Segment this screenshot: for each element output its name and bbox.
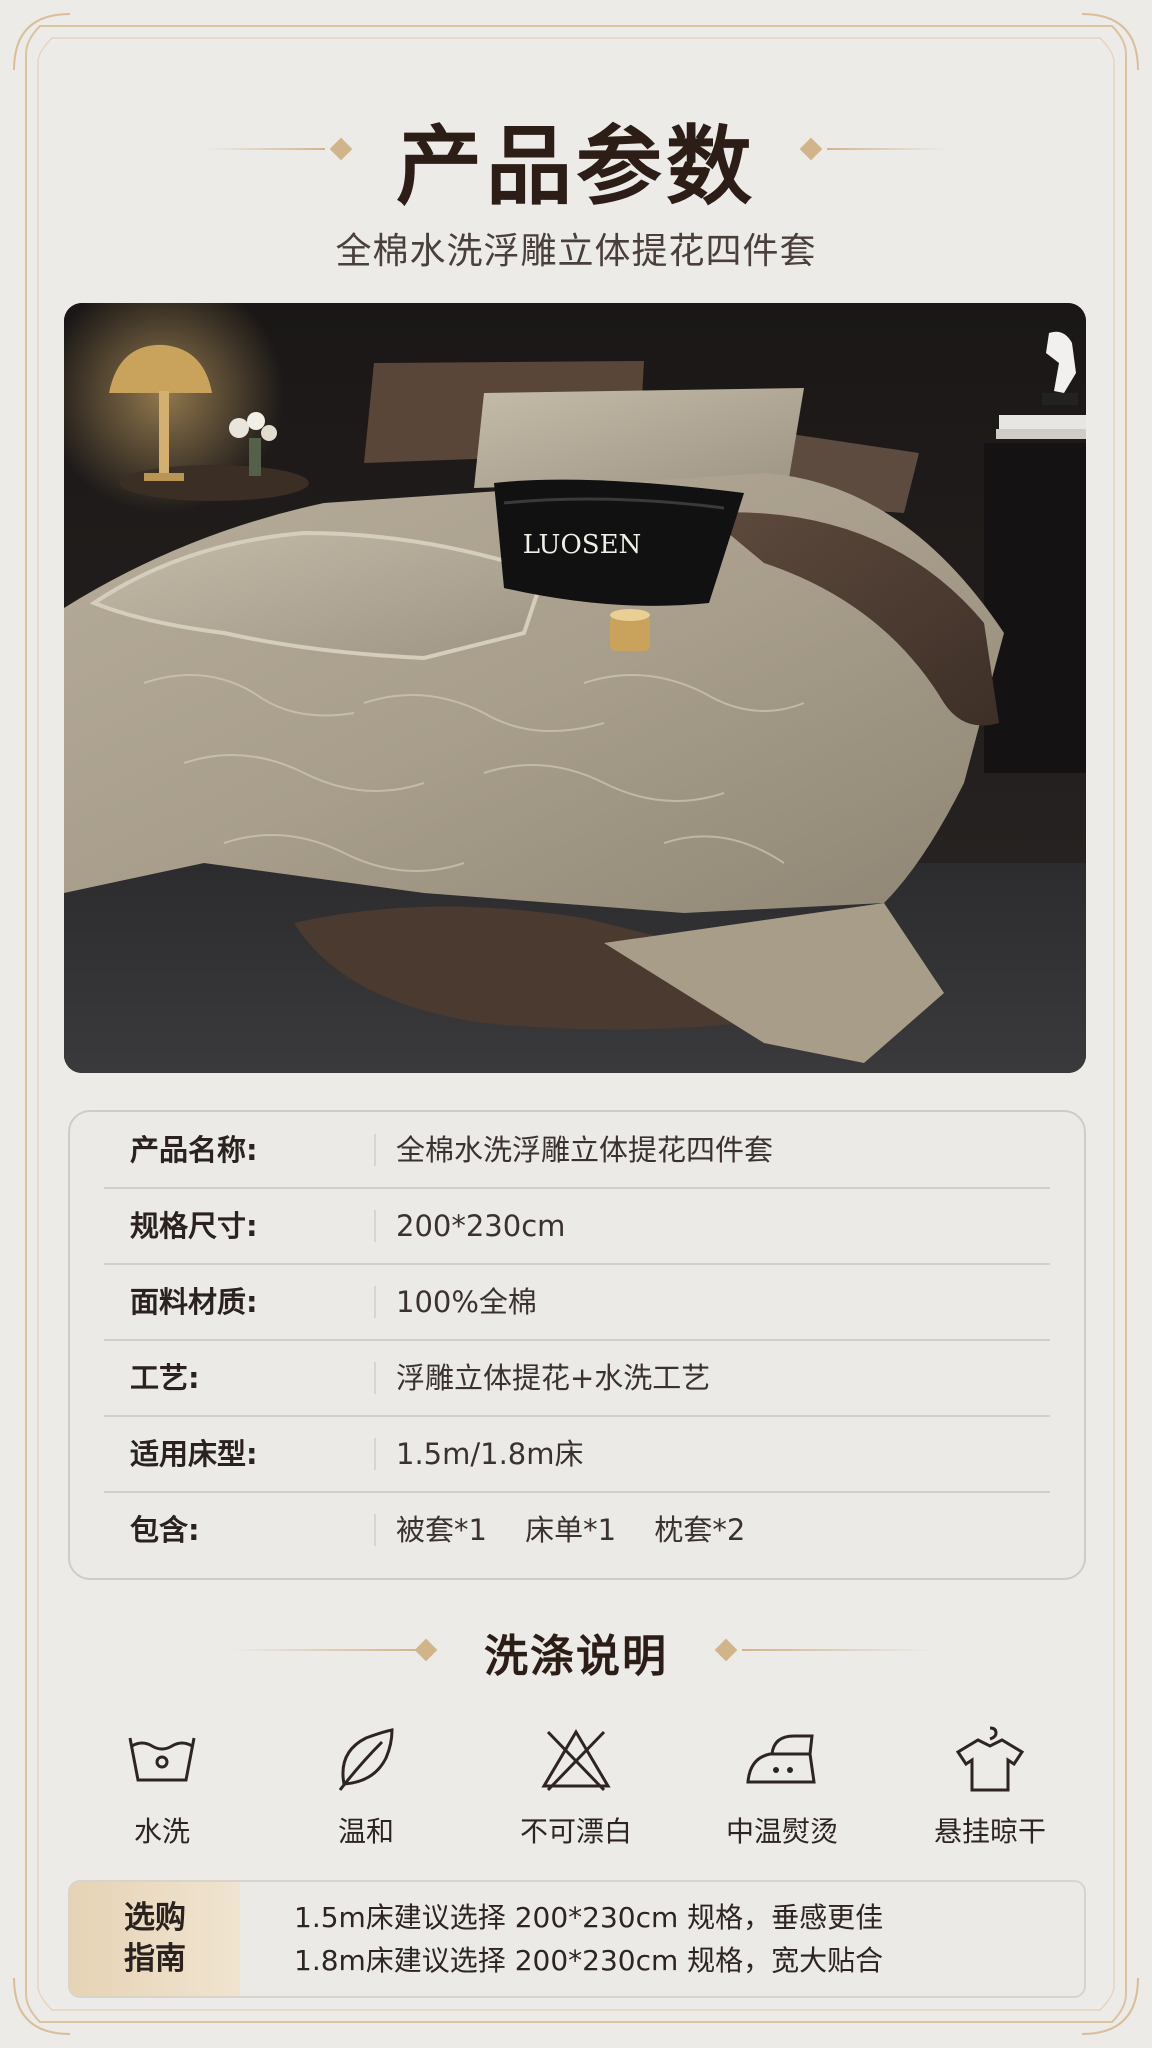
care-item-iron: 中温熨烫 — [702, 1724, 862, 1854]
care-label: 水洗 — [133, 1815, 190, 1848]
param-value: 1.5m/1.8m床 — [396, 1437, 584, 1471]
row-divider — [374, 1210, 376, 1242]
hanging-shirt-icon — [955, 1726, 1025, 1792]
brand-pillow-text: LUOSEN — [523, 530, 642, 560]
param-row-craft: 工艺: 浮雕立体提花+水洗工艺 — [104, 1340, 1050, 1417]
param-value: 全棉水洗浮雕立体提花四件套 — [396, 1133, 774, 1167]
guide-header: 选购 指南 — [70, 1882, 240, 1996]
param-value: 100%全棉 — [396, 1285, 537, 1319]
guide-title-line: 选购 — [124, 1900, 186, 1936]
param-label: 规格尺寸: — [130, 1209, 258, 1243]
page-title: 产品参数 — [396, 116, 756, 217]
param-row-material: 面料材质: 100%全棉 — [104, 1264, 1050, 1341]
guide-line: 1.5m床建议选择 200*230cm 规格，垂感更佳 — [294, 1901, 884, 1934]
param-value: 浮雕立体提花+水洗工艺 — [396, 1361, 711, 1395]
row-divider — [374, 1438, 376, 1470]
param-label: 适用床型: — [130, 1437, 258, 1471]
page-subtitle: 全棉水洗浮雕立体提花四件套 — [335, 231, 817, 272]
param-label: 工艺: — [130, 1361, 200, 1395]
care-section-title: 洗涤说明 — [484, 1631, 668, 1682]
param-label: 产品名称: — [130, 1133, 258, 1167]
wash-basin-icon — [128, 1737, 196, 1782]
param-label: 包含: — [130, 1513, 200, 1547]
care-item-wash: 水洗 — [82, 1724, 242, 1854]
care-label: 中温熨烫 — [725, 1815, 838, 1848]
no-bleach-icon — [541, 1729, 611, 1792]
param-row-includes: 包含: 被套*1 床单*1 枕套*2 — [104, 1492, 1050, 1568]
row-divider — [374, 1362, 376, 1394]
guide-lines: 1.5m床建议选择 200*230cm 规格，垂感更佳 1.8m床建议选择 20… — [294, 1896, 883, 1982]
guide-line: 1.8m床建议选择 200*230cm 规格，宽大贴合 — [294, 1944, 884, 1977]
care-label: 不可漂白 — [519, 1815, 632, 1848]
care-item-gentle: 温和 — [286, 1724, 446, 1854]
guide-title: 选购 指南 — [70, 1898, 240, 1980]
param-row-size: 规格尺寸: 200*230cm — [104, 1188, 1050, 1265]
buying-guide: 选购 指南 1.5m床建议选择 200*230cm 规格，垂感更佳 1.8m床建… — [68, 1880, 1086, 1998]
care-label: 温和 — [337, 1815, 394, 1848]
care-item-no-bleach: 不可漂白 — [496, 1724, 656, 1854]
iron-icon — [746, 1734, 816, 1784]
care-item-hang-dry: 悬挂晾干 — [910, 1724, 1070, 1854]
param-value: 200*230cm — [396, 1209, 566, 1243]
row-divider — [374, 1134, 376, 1166]
guide-title-line: 指南 — [124, 1941, 186, 1977]
row-divider — [374, 1514, 376, 1546]
param-row-bed-type: 适用床型: 1.5m/1.8m床 — [104, 1416, 1050, 1493]
leaf-icon — [338, 1728, 394, 1791]
row-divider — [374, 1286, 376, 1318]
product-photo: LUOSEN — [64, 303, 1086, 1073]
param-row-name: 产品名称: 全棉水洗浮雕立体提花四件套 — [104, 1112, 1050, 1189]
product-params-table: 产品名称: 全棉水洗浮雕立体提花四件套 规格尺寸: 200*230cm 面料材质… — [68, 1110, 1086, 1580]
param-value: 被套*1 床单*1 枕套*2 — [396, 1513, 746, 1547]
param-label: 面料材质: — [130, 1285, 258, 1319]
care-label: 悬挂晾干 — [933, 1815, 1046, 1848]
